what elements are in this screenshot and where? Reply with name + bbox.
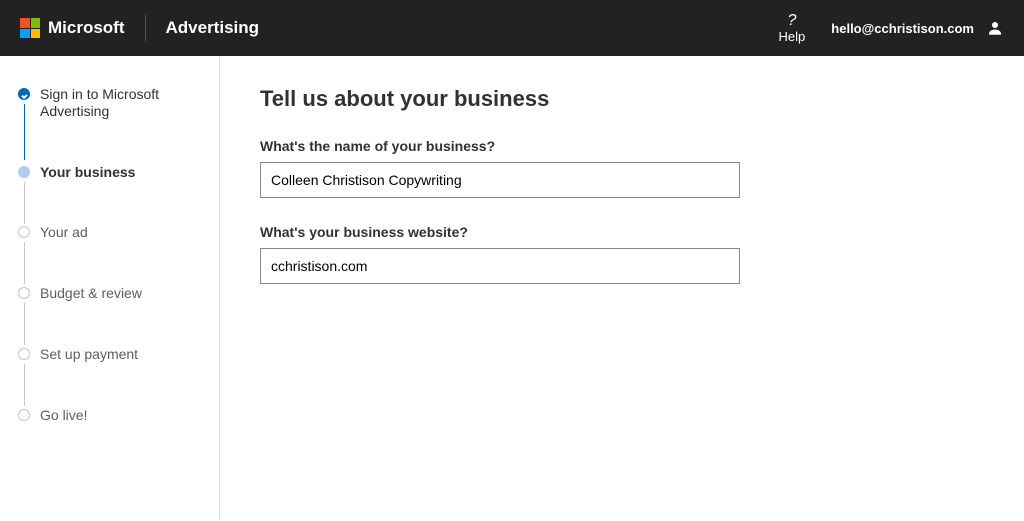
step-label: Set up payment [40, 346, 138, 363]
help-button[interactable]: ? Help [779, 12, 806, 44]
step-pending-icon [18, 287, 30, 299]
product-name: Advertising [166, 18, 260, 38]
step-sign-in[interactable]: Sign in to Microsoft Advertising [18, 86, 201, 120]
step-pending-icon [18, 409, 30, 421]
step-set-up-payment[interactable]: Set up payment [18, 346, 201, 363]
help-icon: ? [779, 12, 806, 30]
steps-list: Sign in to Microsoft Advertising Your bu… [18, 86, 201, 424]
step-complete-icon [18, 88, 30, 100]
topbar: Microsoft Advertising ? Help hello@cchri… [0, 0, 1024, 56]
business-name-input[interactable] [260, 162, 740, 198]
business-name-label: What's the name of your business? [260, 138, 740, 154]
step-label: Your ad [40, 224, 88, 241]
step-label: Sign in to Microsoft Advertising [40, 86, 180, 120]
page-title: Tell us about your business [260, 86, 984, 112]
business-website-field: What's your business website? [260, 224, 740, 284]
step-your-business[interactable]: Your business [18, 164, 201, 181]
step-pending-icon [18, 348, 30, 360]
microsoft-logo-icon [20, 18, 40, 38]
steps-sidebar: Sign in to Microsoft Advertising Your bu… [0, 56, 220, 521]
step-label: Your business [40, 164, 135, 181]
business-website-label: What's your business website? [260, 224, 740, 240]
help-label: Help [779, 29, 806, 44]
microsoft-logo[interactable]: Microsoft [20, 15, 146, 41]
business-name-field: What's the name of your business? [260, 138, 740, 198]
step-your-ad[interactable]: Your ad [18, 224, 201, 241]
step-label: Budget & review [40, 285, 142, 302]
user-icon[interactable] [986, 19, 1004, 37]
step-label: Go live! [40, 407, 87, 424]
step-pending-icon [18, 226, 30, 238]
user-email[interactable]: hello@cchristison.com [831, 21, 974, 36]
microsoft-brand-text: Microsoft [48, 18, 125, 38]
step-budget-review[interactable]: Budget & review [18, 285, 201, 302]
step-go-live[interactable]: Go live! [18, 407, 201, 424]
step-active-icon [18, 166, 30, 178]
business-website-input[interactable] [260, 248, 740, 284]
main-content: Tell us about your business What's the n… [220, 56, 1024, 521]
